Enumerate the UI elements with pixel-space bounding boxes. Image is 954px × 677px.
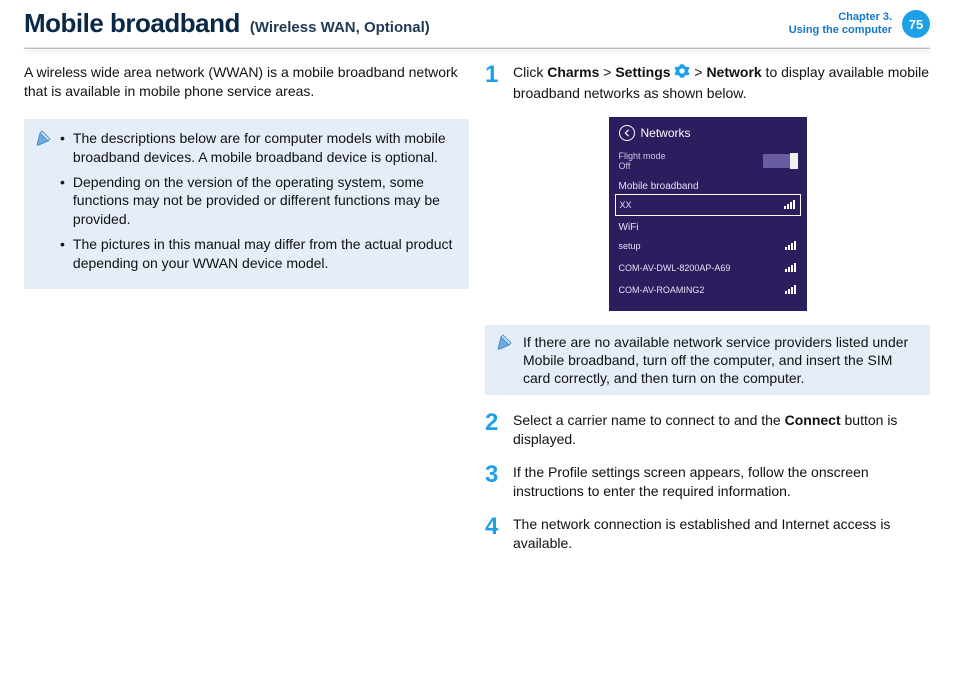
step-number: 1 (485, 63, 503, 103)
intro-text: A wireless wide area network (WWAN) is a… (24, 63, 469, 101)
note-box: The descriptions below are for computer … (24, 119, 469, 289)
page-title: Mobile broadband (24, 8, 240, 39)
left-column: A wireless wide area network (WWAN) is a… (24, 63, 469, 567)
right-column: 1 Click Charms > Settings > Network to d… (485, 63, 930, 567)
signal-icon (785, 262, 797, 274)
step-3-text: If the Profile settings screen appears, … (513, 463, 930, 501)
networks-title: Networks (641, 126, 691, 140)
wifi-item[interactable]: COM-AV-DWL-8200AP-A69 (609, 257, 807, 279)
flight-mode-value: Off (619, 161, 666, 171)
flight-mode-row: Flight mode Off (609, 147, 807, 175)
step-3: 3 If the Profile settings screen appears… (485, 463, 930, 501)
step-number: 2 (485, 411, 503, 449)
flight-mode-toggle[interactable] (763, 154, 797, 168)
network-label: Network (706, 64, 761, 80)
content-columns: A wireless wide area network (WWAN) is a… (24, 63, 930, 567)
chapter-block: Chapter 3. Using the computer 75 (789, 8, 930, 38)
note-item: The pictures in this manual may differ f… (60, 235, 457, 273)
chapter-text: Chapter 3. Using the computer (789, 11, 892, 36)
page-number-badge: 75 (902, 10, 930, 38)
back-icon[interactable] (619, 125, 635, 141)
wifi-section: WiFi (609, 216, 807, 235)
tip-box: If there are no available network servic… (485, 325, 930, 396)
networks-panel-header: Networks (609, 125, 807, 147)
connect-label: Connect (785, 412, 841, 428)
step-1-text: Click Charms > Settings > Network to dis… (513, 63, 930, 103)
chapter-line-1: Chapter 3. (789, 11, 892, 24)
step-2: 2 Select a carrier name to connect to an… (485, 411, 930, 449)
mobile-broadband-item[interactable]: XX (615, 194, 801, 216)
signal-icon (784, 199, 796, 211)
note-icon (34, 129, 54, 154)
settings-label: Settings (615, 64, 670, 80)
step-number: 4 (485, 515, 503, 553)
signal-icon (785, 240, 797, 252)
gear-icon (674, 63, 690, 84)
note-item: Depending on the version of the operatin… (60, 173, 457, 230)
charms-label: Charms (547, 64, 599, 80)
note-list: The descriptions below are for computer … (60, 129, 457, 279)
header-divider (24, 47, 930, 49)
networks-panel: Networks Flight mode Off Mobile broadban… (609, 117, 807, 311)
networks-panel-wrap: Networks Flight mode Off Mobile broadban… (485, 117, 930, 311)
step-4: 4 The network connection is established … (485, 515, 930, 553)
mobile-broadband-section: Mobile broadband (609, 175, 807, 194)
wifi-item[interactable]: setup (609, 235, 807, 257)
step-number: 3 (485, 463, 503, 501)
page-header: Mobile broadband (Wireless WAN, Optional… (24, 0, 930, 39)
note-icon (495, 333, 515, 358)
step-2-text: Select a carrier name to connect to and … (513, 411, 930, 449)
note-item: The descriptions below are for computer … (60, 129, 457, 167)
wifi-item[interactable]: COM-AV-ROAMING2 (609, 279, 807, 301)
title-block: Mobile broadband (Wireless WAN, Optional… (24, 8, 430, 39)
page-subtitle: (Wireless WAN, Optional) (250, 19, 430, 36)
step-1: 1 Click Charms > Settings > Network to d… (485, 63, 930, 103)
chapter-line-2: Using the computer (789, 24, 892, 37)
flight-mode-label: Flight mode (619, 151, 666, 161)
tip-text: If there are no available network servic… (523, 333, 920, 388)
step-4-text: The network connection is established an… (513, 515, 930, 553)
signal-icon (785, 284, 797, 296)
